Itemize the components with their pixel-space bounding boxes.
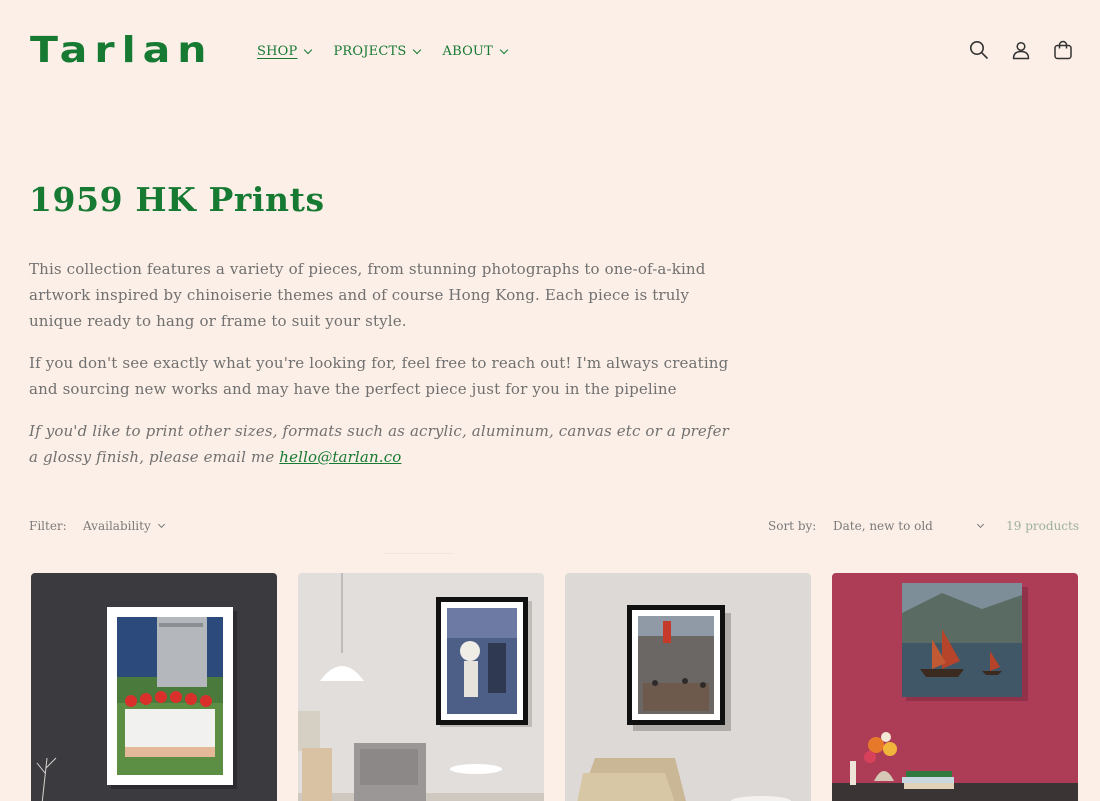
nav-item-shop[interactable]: SHOP [257, 40, 313, 62]
sort-value: Date, new to old [833, 519, 933, 533]
product-image [565, 573, 811, 801]
nav-item-about[interactable]: ABOUT [442, 40, 509, 62]
collection-description: This collection features a variety of pi… [29, 256, 734, 486]
account-icon[interactable] [1010, 38, 1032, 62]
product-image [832, 573, 1078, 801]
nav-item-label: ABOUT [442, 43, 493, 59]
sort-label: Sort by: [768, 519, 817, 533]
description-paragraph: If you'd like to print other sizes, form… [29, 418, 734, 470]
chevron-down-icon [413, 45, 422, 54]
cart-icon[interactable] [1052, 38, 1074, 62]
chevron-down-icon [976, 520, 985, 529]
search-icon[interactable] [968, 38, 990, 62]
site-logo[interactable]: Tarlan [30, 33, 222, 67]
product-count: 19 products [1006, 519, 1079, 533]
product-image [31, 573, 277, 801]
filter-bar: Filter: Availability Sort by: Date, new … [29, 517, 1079, 539]
divider [383, 553, 453, 554]
product-card[interactable] [298, 573, 544, 801]
product-card[interactable] [565, 573, 811, 801]
filter-label: Filter: [29, 519, 67, 533]
header-icons [968, 38, 1074, 62]
availability-filter[interactable]: Availability [83, 519, 165, 533]
main-nav: SHOP PROJECTS ABOUT [257, 40, 529, 62]
site-header: Tarlan SHOP PROJECTS ABOUT [0, 0, 1100, 102]
product-card[interactable] [832, 573, 1078, 801]
product-card[interactable] [31, 573, 277, 801]
chevron-down-icon [157, 520, 165, 529]
sort-select[interactable]: Date, new to old [833, 519, 985, 533]
description-paragraph: This collection features a variety of pi… [29, 260, 706, 330]
chevron-down-icon [499, 45, 509, 54]
collection-title: 1959 HK Prints [29, 180, 325, 219]
availability-label: Availability [83, 519, 151, 533]
description-paragraph: If you don't see exactly what you're loo… [29, 354, 729, 398]
product-image [298, 573, 544, 801]
chevron-down-icon [304, 45, 313, 54]
nav-item-label: SHOP [257, 43, 298, 59]
email-link[interactable]: hello@tarlan.co [279, 448, 401, 466]
nav-item-projects[interactable]: PROJECTS [333, 40, 422, 62]
nav-item-label: PROJECTS [333, 43, 407, 59]
